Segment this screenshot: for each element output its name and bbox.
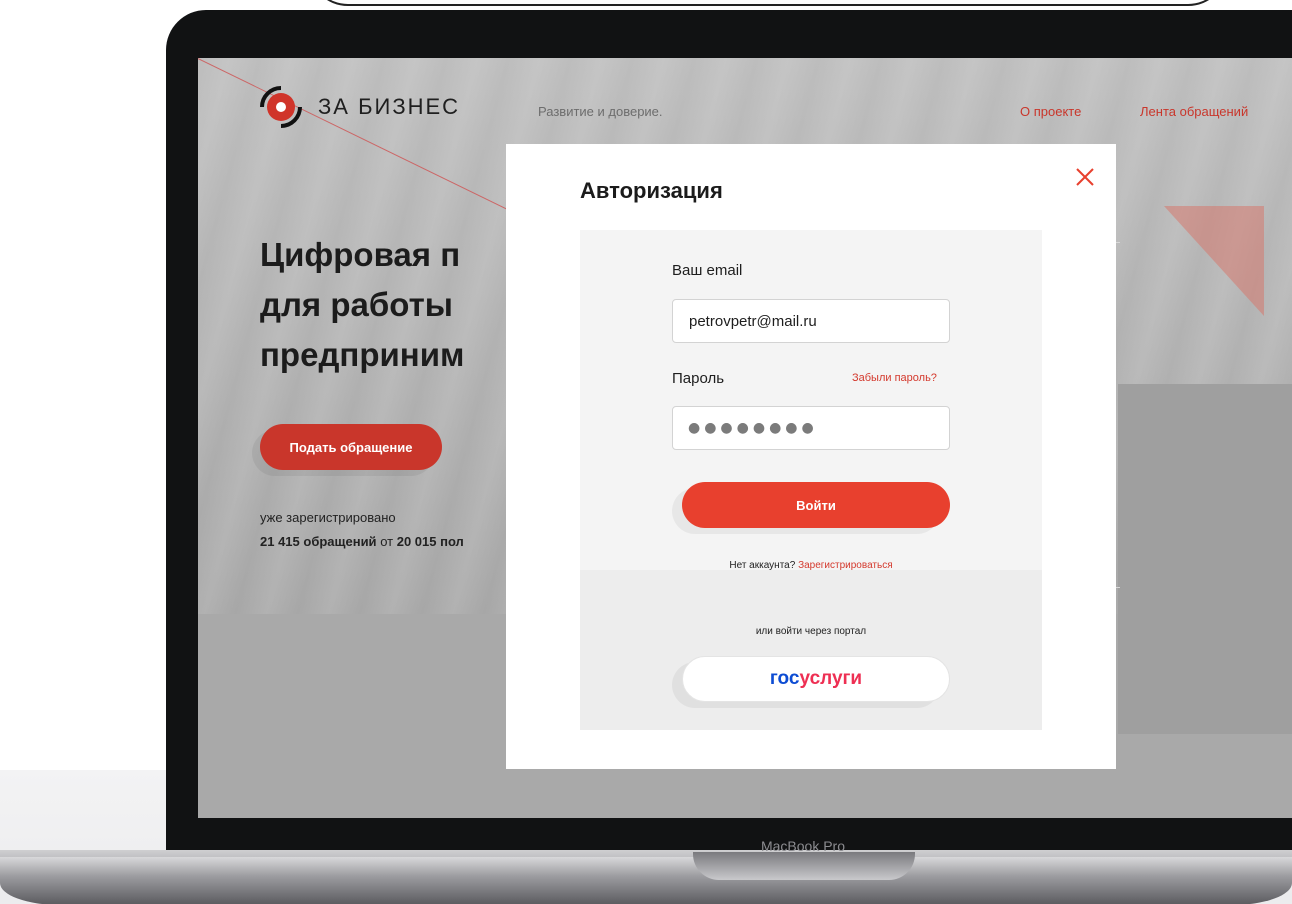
logo-icon[interactable] [258,84,304,130]
device-label: MacBook Pro [760,838,846,854]
close-icon[interactable] [1074,166,1096,188]
nav-about[interactable]: О проекте [1020,104,1081,119]
brand-tagline: Развитие и доверие. [538,104,663,119]
right-decor-panel [1118,384,1292,734]
password-mask: ●●●●●●●● [688,420,818,436]
stat-users-count: 20 015 пол [396,534,464,549]
brand-name[interactable]: ЗА БИЗНЕС [318,94,460,120]
red-triangle-decor [1164,206,1264,316]
alt-login-section [580,570,1042,730]
stat-caption: уже зарегистрировано [260,510,396,525]
signup-prompt: Нет аккаунта? Зарегистрироваться [580,560,1042,571]
signup-link[interactable]: Зарегистрироваться [798,560,893,571]
email-label: Ваш email [672,262,743,279]
gosuslugi-login-button[interactable]: госуслуги [682,656,950,702]
laptop-base [0,857,1292,904]
login-form: Ваш email Пароль Забыли пароль? ●●●●●●●●… [580,230,1042,730]
stat-from: от [380,534,394,549]
password-label: Пароль [672,370,725,387]
laptop-mockup: ЗА БИЗНЕС Развитие и доверие. О проекте … [0,0,1292,904]
stat-appeals-count: 21 415 обращений [260,534,377,549]
gosuslugi-logo-part2: услуги [799,668,863,689]
stat-numbers: 21 415 обращений от 20 015 пол [260,534,510,549]
gosuslugi-logo-part1: гос [769,668,800,689]
nav-feed[interactable]: Лента обращений [1140,104,1248,119]
modal-title: Авторизация [580,178,723,203]
forgot-password-link[interactable]: Забыли пароль? [852,372,937,384]
submit-appeal-button[interactable]: Подать обращение [260,424,442,470]
laptop-notch [693,852,915,880]
login-button[interactable]: Войти [682,482,950,528]
no-account-text: Нет аккаунта? [729,560,796,571]
email-field[interactable] [672,299,950,343]
alt-login-label: или войти через портал [755,626,867,637]
top-curve-decoration [308,0,1228,6]
auth-modal: Авторизация Ваш email Пароль Забыли паро… [506,144,1116,769]
